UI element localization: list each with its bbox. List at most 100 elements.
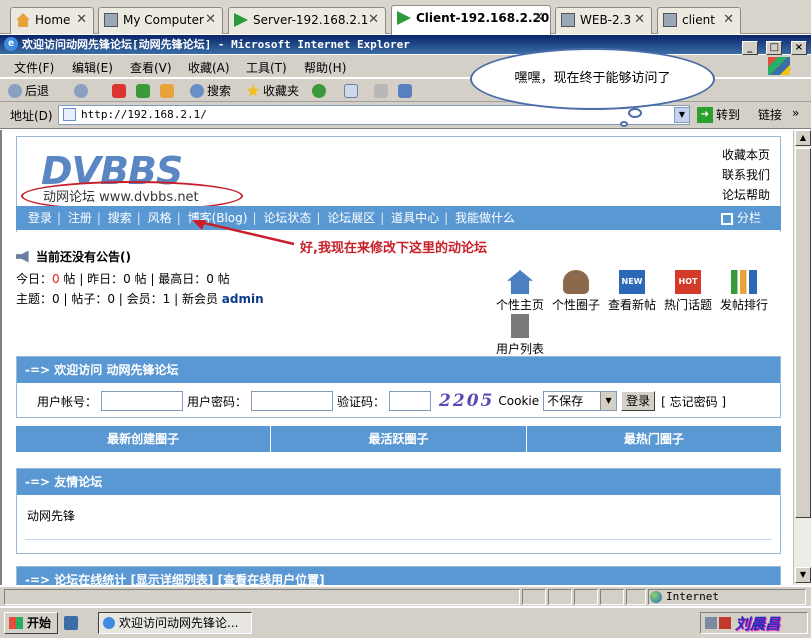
password-input[interactable] [251,391,334,411]
author-watermark: 刘晨昌 [735,615,781,633]
tab-server[interactable]: Server-192.168.2.1 ✕ [228,7,386,34]
menu-view[interactable]: 查看(V) [130,59,172,76]
cookie-value: 不保存 [547,394,584,408]
friend-forum-link[interactable]: 动网先锋 [17,495,780,536]
mail-button[interactable] [344,82,361,100]
forgot-password-link[interactable]: [ 忘记密码 ] [661,393,726,410]
shortcut-home[interactable]: 个性主页 [492,270,548,313]
shortcut-label: 用户列表 [495,342,544,356]
nav-gallery[interactable]: 论坛展区 [327,211,375,225]
refresh-button[interactable] [136,82,153,100]
speaker-icon [16,250,29,263]
nav-separator: | [136,211,141,225]
close-icon[interactable]: ✕ [76,8,87,32]
help-link[interactable]: 论坛帮助 [722,185,770,205]
shortcut-hot[interactable]: HOT 热门话题 [660,270,716,313]
captcha-input[interactable] [389,391,432,411]
nav-login[interactable]: 登录 [28,211,52,225]
go-arrow-icon: ➜ [697,106,713,123]
menu-file[interactable]: 文件(F) [14,59,54,76]
forum-nav: 登录 | 注册 | 搜索 | 风格 | 博客(Blog) | 论坛状态 | 论坛展区 | 道具… [16,206,781,230]
back-button[interactable]: 后退 [8,82,49,100]
links-button[interactable]: 链接 [758,106,782,123]
menu-tools[interactable]: 工具(T) [246,59,287,76]
stop-icon [112,84,126,98]
maximize-button[interactable]: □ [766,41,783,55]
nav-what-can-i-do[interactable]: 我能做什么 [455,211,515,225]
minimize-button[interactable]: _ [741,41,758,55]
close-icon[interactable]: ✕ [634,8,645,32]
nav-search[interactable]: 搜索 [108,211,132,225]
search-button[interactable]: 搜索 [190,82,231,100]
history-button[interactable] [312,82,329,100]
tab-client-active[interactable]: Client-192.168.2.20 ✕ [391,5,551,35]
new-member-link[interactable]: admin [222,292,264,306]
hottest-circles-tab[interactable]: 最热门圈子 [527,426,781,452]
menu-help[interactable]: 帮助(H) [304,59,346,76]
address-dropdown-icon[interactable]: ▼ [674,107,690,123]
links-chevron-icon[interactable]: » [792,106,799,120]
window-title-bar[interactable]: e 欢迎访问动网先锋论坛[动网先锋论坛] - Microsoft Interne… [0,35,811,55]
scroll-down-icon[interactable]: ▼ [795,567,811,583]
shortcut-ranking[interactable]: 发帖排行 [716,270,772,313]
cookie-select[interactable]: 不保存 ▼ [543,391,618,411]
home-icon [160,84,174,98]
tab-home[interactable]: Home ✕ [10,7,94,34]
announcement-text[interactable]: 当前还没有公告() [36,248,131,265]
dropdown-arrow-icon: ▼ [600,392,617,410]
shortcut-user-list[interactable]: 用户列表 [492,314,548,357]
most-active-circles-tab[interactable]: 最活跃圈子 [271,426,527,452]
address-label: 地址(D) [10,109,53,123]
close-button[interactable]: × [791,41,807,55]
tab-web[interactable]: WEB-2.3 ✕ [555,7,652,34]
close-icon[interactable]: ✕ [368,8,379,32]
tab-label: Client-192.168.2.20 [416,11,550,25]
status-bar: Internet [0,586,811,606]
login-button[interactable]: 登录 [621,391,656,411]
vm-icon [663,13,677,27]
shortcut-group[interactable]: 个性圈子 [548,270,604,313]
newest-circles-tab[interactable]: 最新创建圈子 [16,426,272,452]
status-cell [600,589,624,605]
go-button[interactable]: ➜ 转到 [697,106,740,123]
username-input[interactable] [101,391,184,411]
online-title[interactable]: -=> 论坛在线统计 [显示详细列表] [查看在线用户位置] [17,567,780,585]
callout-bubble: 嘿嘿，现在终于能够访问了 [470,48,715,110]
today-unit: 帖 [63,272,76,286]
close-icon[interactable]: ✕ [205,8,216,32]
close-icon[interactable]: ✕ [723,8,734,32]
contact-link[interactable]: 联系我们 [722,165,770,185]
tab-my-computer[interactable]: My Computer ✕ [98,7,223,34]
shortcut-new-posts[interactable]: NEW 查看新帖 [604,270,660,313]
captcha-image[interactable]: 2205 [439,391,494,411]
favorites-label: 收藏夹 [263,84,300,98]
ie-logo-icon: e [4,37,18,51]
vertical-scrollbar[interactable]: ▲ ▼ [793,130,811,585]
nav-register[interactable]: 注册 [68,211,92,225]
stop-button[interactable] [112,82,129,100]
forward-button[interactable] [74,82,91,100]
bookmark-link[interactable]: 收藏本页 [722,145,770,165]
tab-label: client [682,13,715,27]
start-button[interactable]: 开始 [4,612,59,634]
network-icon[interactable] [705,617,717,629]
menu-favorites[interactable]: 收藏(A) [188,59,230,76]
favorites-button[interactable]: 收藏夹 [246,82,299,100]
status-text-cell [4,589,520,605]
print-button[interactable] [374,82,391,100]
quick-launch-icon[interactable] [64,616,78,630]
nav-props[interactable]: 道具中心 [391,211,439,225]
close-icon[interactable]: ✕ [533,6,544,30]
tab-client[interactable]: client ✕ [657,7,741,34]
tray-app-icon[interactable] [719,617,731,629]
edit-button[interactable] [398,82,415,100]
scroll-up-icon[interactable]: ▲ [795,130,811,146]
menu-edit[interactable]: 编辑(E) [72,59,113,76]
home-button[interactable] [160,82,177,100]
taskbar-ie-window[interactable]: 欢迎访问动网先锋论... [98,612,252,634]
windows-logo-icon [768,57,790,75]
tab-label: Home [35,13,71,27]
split-view-button[interactable]: 分栏 [720,206,763,230]
nav-style[interactable]: 风格 [148,211,172,225]
scroll-thumb[interactable] [795,148,811,518]
